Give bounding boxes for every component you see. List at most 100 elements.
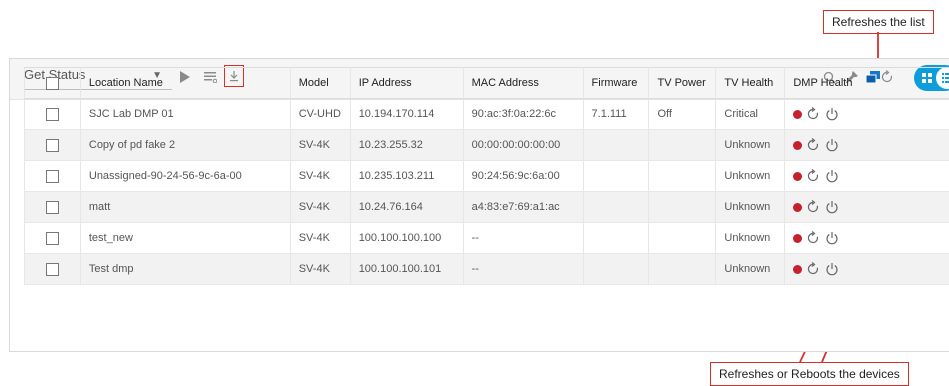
row-select-cell[interactable]: [25, 223, 81, 254]
table-row[interactable]: SJC Lab DMP 01CV-UHD10.194.170.11490:ac:…: [25, 99, 949, 130]
cell-ip: 10.24.76.164: [350, 192, 463, 223]
cell-location: test_new: [80, 223, 290, 254]
cell-mac: --: [463, 254, 583, 285]
refresh-icon[interactable]: [805, 230, 821, 246]
cell-tv-power: [649, 254, 716, 285]
dmp-health-actions: [793, 137, 949, 153]
cell-mac: a4:83:e7:69:a1:ac: [463, 192, 583, 223]
cell-tv-power: Off: [649, 99, 716, 130]
cell-mac: 00:00:00:00:00:00: [463, 130, 583, 161]
cell-firmware: [583, 223, 649, 254]
row-select-cell[interactable]: [25, 254, 81, 285]
cell-tv-power: [649, 223, 716, 254]
row-checkbox[interactable]: [46, 108, 59, 121]
refresh-icon[interactable]: [805, 261, 821, 277]
table-header-row: Location Name Model IP Address MAC Addre…: [25, 68, 949, 99]
cell-ip: 10.23.255.32: [350, 130, 463, 161]
cell-tv-health: Unknown: [716, 192, 785, 223]
cell-mac: 90:24:56:9c:6a:00: [463, 161, 583, 192]
cell-location: Test dmp: [80, 254, 290, 285]
refresh-icon[interactable]: [805, 106, 821, 122]
power-icon[interactable]: [824, 199, 840, 215]
dmp-health-actions: [793, 168, 949, 184]
refresh-icon[interactable]: [805, 137, 821, 153]
table-row[interactable]: Unassigned-90-24-56-9c-6a-00SV-4K10.235.…: [25, 161, 949, 192]
cell-dmp-health: [785, 223, 949, 254]
cell-firmware: [583, 130, 649, 161]
column-header[interactable]: MAC Address: [463, 68, 583, 99]
row-select-cell[interactable]: [25, 192, 81, 223]
row-select-cell[interactable]: [25, 99, 81, 130]
dmp-health-actions: [793, 261, 949, 277]
table-row[interactable]: test_newSV-4K100.100.100.100-- Unknown: [25, 223, 949, 254]
cell-tv-health: Unknown: [716, 223, 785, 254]
status-dot-icon: [793, 172, 802, 181]
cell-dmp-health: [785, 161, 949, 192]
cell-dmp-health: [785, 192, 949, 223]
status-dot-icon: [793, 265, 802, 274]
cell-mac: --: [463, 223, 583, 254]
cell-location: Copy of pd fake 2: [80, 130, 290, 161]
column-header[interactable]: TV Power: [649, 68, 716, 99]
row-checkbox[interactable]: [46, 201, 59, 214]
power-icon[interactable]: [824, 261, 840, 277]
status-dot-icon: [793, 110, 802, 119]
column-header[interactable]: Model: [290, 68, 350, 99]
cell-location: SJC Lab DMP 01: [80, 99, 290, 130]
table-row[interactable]: Test dmpSV-4K100.100.100.101--Unknown: [25, 254, 949, 285]
cell-mac: 90:ac:3f:0a:22:6c: [463, 99, 583, 130]
column-header[interactable]: Firmware: [583, 68, 649, 99]
cell-tv-health: Critical: [716, 99, 785, 130]
row-checkbox[interactable]: [46, 139, 59, 152]
cell-tv-power: [649, 130, 716, 161]
cell-firmware: [583, 161, 649, 192]
refresh-icon[interactable]: [805, 199, 821, 215]
table-row[interactable]: Copy of pd fake 2SV-4K10.23.255.3200:00:…: [25, 130, 949, 161]
column-header[interactable]: Location Name: [80, 68, 290, 99]
cell-model: SV-4K: [290, 223, 350, 254]
status-dot-icon: [793, 141, 802, 150]
cell-tv-power: [649, 192, 716, 223]
status-dot-icon: [793, 203, 802, 212]
device-table: Location Name Model IP Address MAC Addre…: [24, 67, 949, 285]
refresh-icon[interactable]: [805, 168, 821, 184]
row-checkbox[interactable]: [46, 232, 59, 245]
cell-ip: 10.235.103.211: [350, 161, 463, 192]
row-checkbox[interactable]: [46, 263, 59, 276]
row-select-cell[interactable]: [25, 161, 81, 192]
column-header[interactable]: IP Address: [350, 68, 463, 99]
cell-tv-power: [649, 161, 716, 192]
cell-location: matt: [80, 192, 290, 223]
power-icon[interactable]: [824, 106, 840, 122]
cell-tv-health: Unknown: [716, 161, 785, 192]
cell-dmp-health: [785, 99, 949, 130]
select-all-checkbox[interactable]: [46, 77, 59, 90]
cell-firmware: 7.1.111: [583, 99, 649, 130]
column-header[interactable]: DMP Health: [785, 68, 949, 99]
cell-model: CV-UHD: [290, 99, 350, 130]
cell-model: SV-4K: [290, 192, 350, 223]
cell-location: Unassigned-90-24-56-9c-6a-00: [80, 161, 290, 192]
cell-firmware: [583, 254, 649, 285]
power-icon[interactable]: [824, 230, 840, 246]
table-row[interactable]: mattSV-4K10.24.76.164a4:83:e7:69:a1:ac Un…: [25, 192, 949, 223]
column-header[interactable]: TV Health: [716, 68, 785, 99]
dmp-health-actions: [793, 199, 949, 215]
power-icon[interactable]: [824, 168, 840, 184]
cell-ip: 100.100.100.100: [350, 223, 463, 254]
status-dot-icon: [793, 234, 802, 243]
power-icon[interactable]: [824, 137, 840, 153]
cell-model: SV-4K: [290, 130, 350, 161]
cell-tv-health: Unknown: [716, 130, 785, 161]
cell-ip: 10.194.170.114: [350, 99, 463, 130]
row-select-cell[interactable]: [25, 130, 81, 161]
cell-dmp-health: [785, 254, 949, 285]
annotation-refresh-reboot: Refreshes or Reboots the devices: [710, 362, 909, 386]
select-all-header[interactable]: [25, 68, 81, 99]
cell-tv-health: Unknown: [716, 254, 785, 285]
row-checkbox[interactable]: [46, 170, 59, 183]
cell-model: SV-4K: [290, 161, 350, 192]
annotation-refresh-list: Refreshes the list: [823, 10, 934, 34]
cell-dmp-health: [785, 130, 949, 161]
cell-model: SV-4K: [290, 254, 350, 285]
